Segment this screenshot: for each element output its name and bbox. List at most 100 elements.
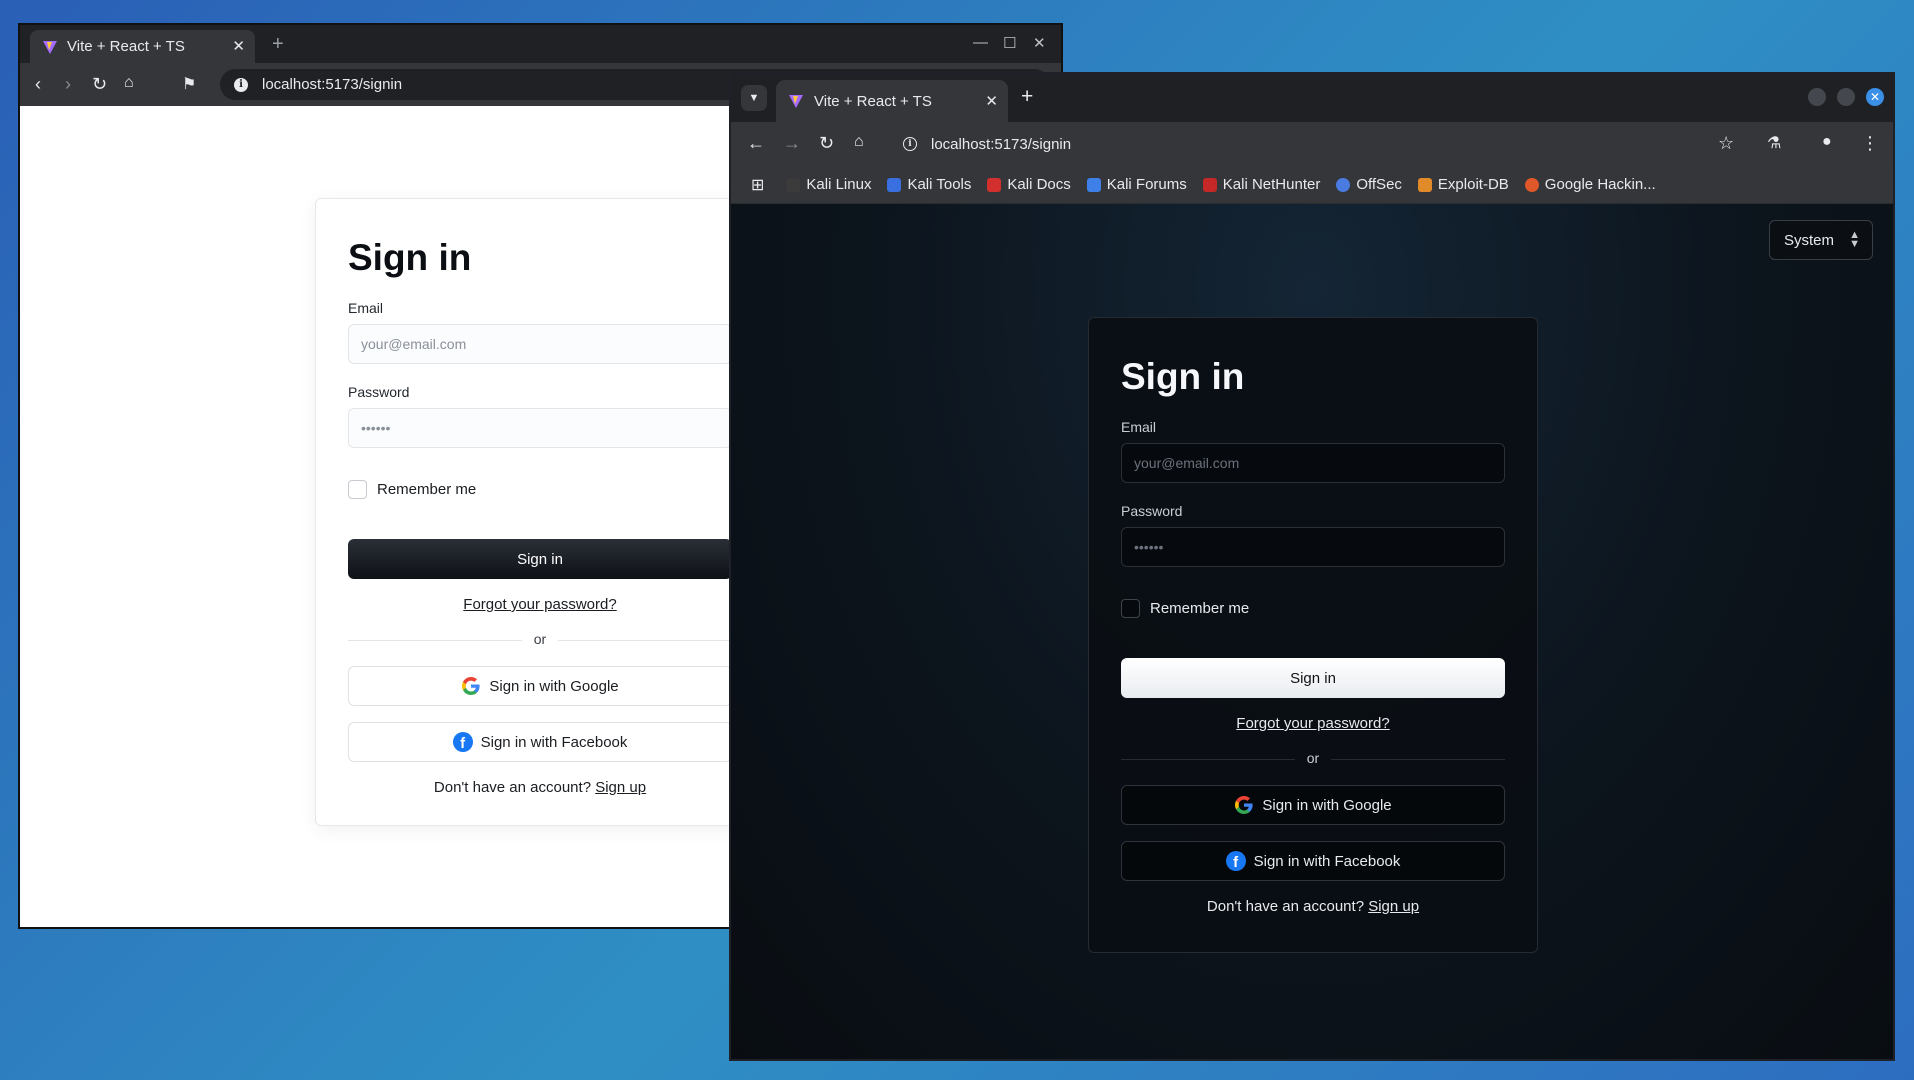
forward-icon[interactable]: → (783, 133, 801, 154)
reload-icon[interactable]: ↻ (92, 74, 107, 95)
email-label: Email (348, 300, 384, 316)
close-tab-icon[interactable]: ✕ (232, 37, 245, 55)
minimize-icon[interactable]: — (973, 34, 988, 51)
bookmark-item[interactable]: Google Hackin... (1524, 176, 1656, 193)
menu-kebab-icon[interactable]: ⋮ (1861, 133, 1879, 154)
page-content-dark: System ▲ ▼ Sign in Email your@email.com P… (731, 204, 1893, 1059)
url-text: localhost:5173/signin (931, 135, 1072, 153)
page-title: Sign in (348, 237, 472, 278)
email-field[interactable]: your@email.com (348, 324, 732, 364)
bookmark-item[interactable]: Kali Tools (887, 176, 971, 193)
bookmark-item[interactable]: Kali NetHunter (1202, 176, 1320, 193)
sign-in-button[interactable]: Sign in (348, 539, 732, 579)
kali-tools-icon (887, 177, 902, 192)
forgot-password-text[interactable]: Forgot your password? (463, 596, 616, 613)
page-title: Sign in (1121, 356, 1245, 397)
google-icon (462, 677, 480, 695)
tab-title: Vite + React + TS (67, 38, 185, 55)
bookmark-item[interactable]: Kali Linux (786, 176, 871, 193)
google-signin-button[interactable]: Sign in with Google (1121, 785, 1505, 825)
bookmark-item[interactable]: Kali Forums (1086, 176, 1187, 193)
browser-window-dark: ▼ Vite + React + TS ✕ + ✕ ← → ↻ ⌂ i loca… (729, 72, 1895, 1061)
password-field[interactable]: •••••• (1121, 527, 1505, 567)
password-field[interactable]: •••••• (348, 408, 732, 448)
kali-forums-icon (1086, 177, 1101, 192)
remember-checkbox[interactable] (348, 480, 367, 499)
bookmark-icon[interactable]: ⚑ (182, 74, 196, 94)
password-label: Password (1121, 503, 1183, 519)
select-chevron-icon: ▲ ▼ (1849, 229, 1860, 250)
site-info-icon[interactable]: i (234, 77, 248, 92)
google-hacking-icon (1524, 177, 1539, 192)
tab-search-icon[interactable]: ▼ (741, 85, 767, 111)
sign-in-button[interactable]: Sign in (1121, 658, 1505, 698)
theme-select-value: System (1784, 231, 1835, 249)
remember-label: Remember me (377, 481, 477, 498)
site-info-icon[interactable]: i (903, 137, 917, 151)
kali-dragon-icon (786, 177, 801, 192)
email-label: Email (1121, 419, 1157, 435)
close-window-icon[interactable]: ✕ (1866, 88, 1884, 106)
facebook-signin-button[interactable]: f Sign in with Facebook (348, 722, 732, 762)
sign-up-link[interactable]: Sign up (595, 779, 646, 796)
forgot-password-link[interactable]: Forgot your password? (348, 596, 732, 613)
signup-prompt: Don't have an account? Sign up (1121, 898, 1505, 915)
reload-icon[interactable]: ↻ (819, 133, 834, 154)
or-divider: or (348, 631, 732, 649)
divider-text: or (533, 631, 547, 647)
bookmark-item[interactable]: Exploit-DB (1417, 176, 1509, 193)
apps-grid-icon[interactable]: ⊞ (751, 175, 764, 195)
theme-select[interactable]: System ▲ ▼ (1769, 220, 1873, 260)
divider-text: or (1306, 750, 1320, 766)
back-icon[interactable]: ‹ (35, 74, 41, 95)
bookmarks-bar: ⊞ Kali Linux Kali Tools Kali Docs Kali F… (731, 166, 1893, 204)
email-field[interactable]: your@email.com (1121, 443, 1505, 483)
close-tab-icon[interactable]: ✕ (985, 92, 998, 110)
new-tab-icon[interactable]: + (1021, 85, 1033, 109)
labs-flask-icon[interactable]: ⚗ (1767, 133, 1781, 153)
close-window-icon[interactable]: ✕ (1033, 34, 1046, 52)
maximize-icon[interactable]: ☐ (1003, 34, 1016, 52)
browser-tab[interactable]: Vite + React + TS ✕ (776, 80, 1008, 122)
google-icon (1235, 796, 1253, 814)
remember-checkbox[interactable] (1121, 599, 1140, 618)
forgot-password-text[interactable]: Forgot your password? (1236, 715, 1389, 732)
signup-prompt: Don't have an account? Sign up (348, 779, 732, 796)
google-signin-label: Sign in with Google (489, 677, 619, 695)
exploit-db-icon (1417, 177, 1432, 192)
facebook-icon: f (452, 732, 473, 752)
browser-toolbar: ← → ↻ ⌂ i localhost:5173/signin ☆ ⚗ ● ⋮ (731, 122, 1893, 166)
kali-nethunter-icon (1202, 177, 1217, 192)
browser-tab[interactable]: Vite + React + TS ✕ (30, 30, 255, 63)
star-icon[interactable]: ☆ (1718, 133, 1734, 154)
no-account-text: Don't have an account? (433, 779, 592, 796)
vite-favicon-icon (789, 95, 803, 108)
facebook-signin-button[interactable]: f Sign in with Facebook (1121, 841, 1505, 881)
home-icon[interactable]: ⌂ (854, 133, 864, 151)
tab-title: Vite + React + TS (814, 92, 932, 110)
address-bar[interactable]: i localhost:5173/signin (893, 128, 1693, 160)
back-icon[interactable]: ← (747, 133, 765, 154)
signin-card: Sign in Email your@email.com Password ••… (1088, 317, 1538, 953)
bookmark-item[interactable]: OffSec (1336, 176, 1402, 193)
google-signin-button[interactable]: Sign in with Google (348, 666, 732, 706)
or-divider: or (1121, 750, 1505, 768)
facebook-signin-label: Sign in with Facebook (480, 733, 628, 751)
url-text: localhost:5173/signin (262, 76, 403, 93)
sign-up-link[interactable]: Sign up (1368, 898, 1419, 915)
maximize-icon[interactable] (1837, 88, 1855, 106)
password-label: Password (348, 384, 410, 400)
bookmark-item[interactable]: Kali Docs (987, 176, 1071, 193)
home-icon[interactable]: ⌂ (124, 74, 134, 92)
minimize-icon[interactable] (1808, 88, 1826, 106)
facebook-signin-label: Sign in with Facebook (1253, 852, 1401, 870)
forward-icon[interactable]: › (65, 74, 71, 95)
forgot-password-link[interactable]: Forgot your password? (1121, 715, 1505, 732)
vite-favicon-icon (43, 40, 57, 54)
profile-icon[interactable]: ● (1822, 133, 1832, 151)
new-tab-icon[interactable]: + (272, 33, 284, 56)
offsec-icon (1336, 177, 1351, 192)
facebook-icon: f (1225, 851, 1246, 871)
no-account-text: Don't have an account? (1206, 898, 1365, 915)
google-signin-label: Sign in with Google (1262, 796, 1392, 814)
